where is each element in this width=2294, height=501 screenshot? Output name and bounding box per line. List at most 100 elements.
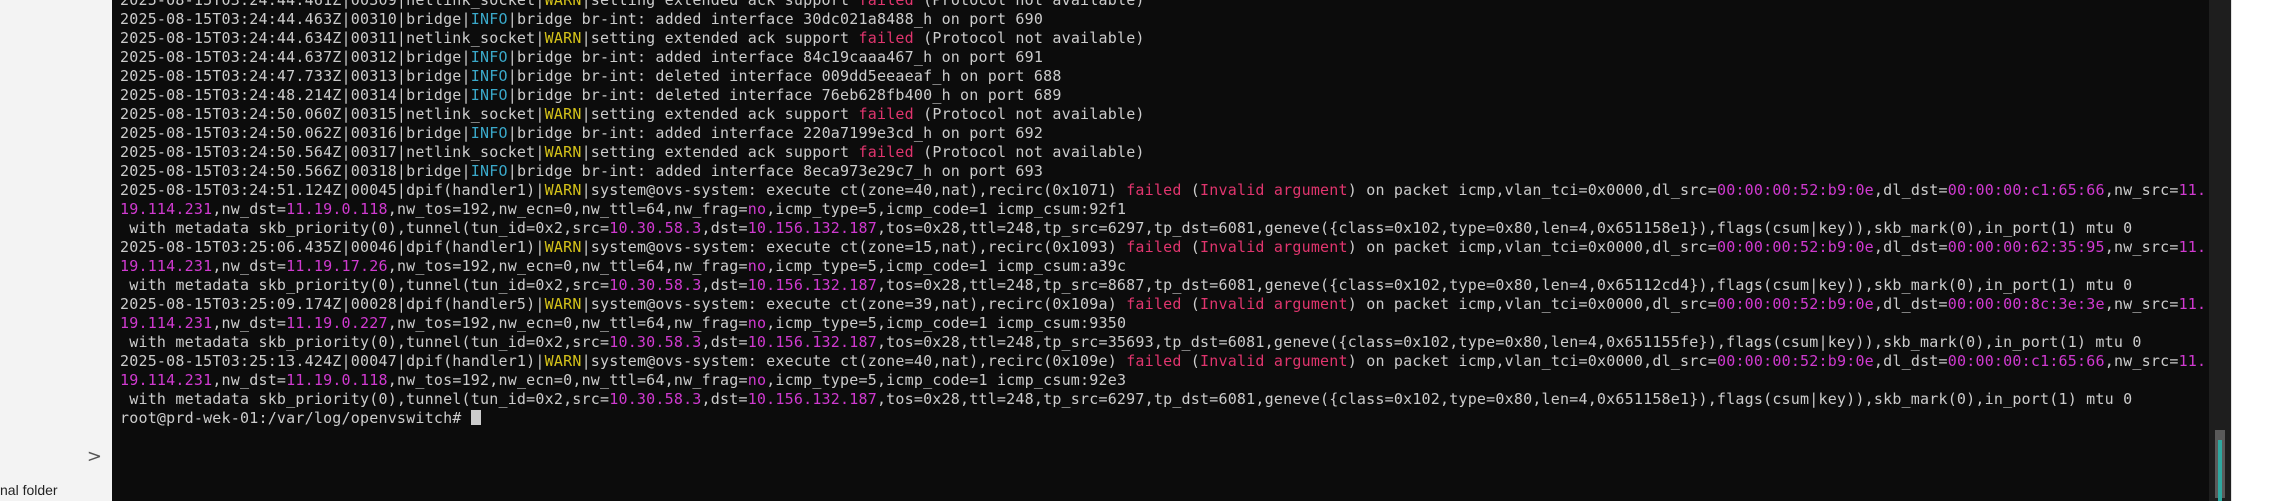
log-fail-text: failed [858,0,914,9]
log-text: ,nw_dst= [212,371,287,389]
log-fail-text: Invalid argument [1200,295,1348,313]
log-text: ,tos=0x28,ttl=248,tp_src=6297,tp_dst=608… [876,390,2133,408]
log-mac-text: 00:00:00:52:b9:0e [1716,181,1874,199]
log-ip-text: 10.156.132.187 [747,390,877,408]
log-text: ,nw_src= [2104,295,2179,313]
log-warn-text: WARN [544,29,582,47]
log-mac-text: 00:00:00:62:35:95 [1947,238,2105,256]
log-ip-text: 11.19.0.118 [286,200,388,218]
log-text: (Protocol not available) [913,0,1145,9]
log-warn-text: WARN [544,143,582,161]
log-mac-text: 00:00:00:8c:3e:3e [1947,295,2105,313]
log-text: |bridge br-int: added interface 220a7199… [507,124,1044,142]
terminal-line: with metadata skb_priority(0),tunnel(tun… [120,276,2209,295]
log-ip-text: 10.30.58.3 [609,219,702,237]
log-text: 2025-08-15T03:24:44.634Z|00311|netlink_s… [120,29,545,47]
log-warn-text: WARN [544,352,582,370]
log-text: (Protocol not available) [913,29,1145,47]
terminal-window[interactable]: 2025-08-15T03:24:44.461Z|00309|netlink_s… [112,0,2209,501]
log-mac-text: 00:00:00:52:b9:0e [1716,238,1874,256]
log-text: ,dl_dst= [1873,181,1948,199]
log-ip-text: 11.19.17.26 [286,257,388,275]
log-mac-text: 00:00:00:c1:65:66 [1947,352,2105,370]
log-text: ,icmp_type=5,icmp_code=1 icmp_csum:92f1 [766,200,1127,218]
log-text: 2025-08-15T03:24:50.060Z|00315|netlink_s… [120,105,545,123]
log-text: ,nw_dst= [212,257,287,275]
log-ip-text: no [747,257,767,275]
log-text: ) on packet icmp,vlan_tci=0x0000,dl_src= [1347,295,1717,313]
log-text: ( [1181,352,1201,370]
log-fail-text: failed [858,29,914,47]
log-text: 2025-08-15T03:24:44.461Z|00309|netlink_s… [120,0,545,9]
log-text: 2025-08-15T03:25:09.174Z|00028|dpif(hand… [120,295,545,313]
folder-label[interactable]: nal folder [0,482,58,498]
log-text: |system@ovs-system: execute ct(zone=15,n… [581,238,1127,256]
log-text: ( [1181,238,1201,256]
log-text: |bridge br-int: added interface 8eca973e… [507,162,1044,180]
terminal-scrollbar[interactable] [2209,0,2231,501]
log-text: |system@ovs-system: execute ct(zone=39,n… [581,295,1127,313]
log-text: 2025-08-15T03:24:50.564Z|00317|netlink_s… [120,143,545,161]
terminal-line: 2025-08-15T03:25:06.435Z|00046|dpif(hand… [120,238,2209,276]
log-text: (Protocol not available) [913,105,1145,123]
log-text: with metadata skb_priority(0),tunnel(tun… [120,390,610,408]
log-text: 2025-08-15T03:24:44.637Z|00312|bridge| [120,48,471,66]
log-text: |setting extended ack support [581,105,859,123]
log-fail-text: Invalid argument [1200,238,1348,256]
log-text: |system@ovs-system: execute ct(zone=40,n… [581,181,1127,199]
log-fail-text: failed [1126,295,1182,313]
terminal-line: 2025-08-15T03:24:50.062Z|00316|bridge|IN… [120,124,2209,143]
log-text: ,dl_dst= [1873,295,1948,313]
log-text: ,tos=0x28,ttl=248,tp_src=6297,tp_dst=608… [876,219,2133,237]
terminal-line: 2025-08-15T03:25:13.424Z|00047|dpif(hand… [120,352,2209,390]
log-text: ,nw_tos=192,nw_ecn=0,nw_ttl=64,nw_frag= [387,200,748,218]
log-text: 2025-08-15T03:24:51.124Z|00045|dpif(hand… [120,181,545,199]
chevron-right-icon[interactable]: > [87,446,102,467]
log-text: |bridge br-int: added interface 30dc021a… [507,10,1044,28]
log-text: 2025-08-15T03:24:50.566Z|00318|bridge| [120,162,471,180]
terminal-line: 2025-08-15T03:24:48.214Z|00314|bridge|IN… [120,86,2209,105]
log-text: 2025-08-15T03:25:13.424Z|00047|dpif(hand… [120,352,545,370]
log-warn-text: WARN [544,105,582,123]
log-text: |system@ovs-system: execute ct(zone=40,n… [581,352,1127,370]
log-ip-text: 10.30.58.3 [609,390,702,408]
log-text: ,nw_dst= [212,314,287,332]
terminal-line: with metadata skb_priority(0),tunnel(tun… [120,333,2209,352]
log-text: ,nw_tos=192,nw_ecn=0,nw_ttl=64,nw_frag= [387,371,748,389]
log-ip-text: 10.30.58.3 [609,333,702,351]
log-ip-text: 10.156.132.187 [747,219,877,237]
log-text: ,nw_src= [2104,238,2179,256]
log-text: ,nw_src= [2104,352,2179,370]
log-ip-text: 10.156.132.187 [747,333,877,351]
log-text: ,dst= [701,219,748,237]
log-text: with metadata skb_priority(0),tunnel(tun… [120,219,610,237]
log-text: 2025-08-15T03:24:50.062Z|00316|bridge| [120,124,471,142]
shell-prompt: root@prd-wek-01:/var/log/openvswitch# [120,409,471,427]
terminal-line: with metadata skb_priority(0),tunnel(tun… [120,219,2209,238]
log-info-text: INFO [470,67,508,85]
log-mac-text: 00:00:00:52:b9:0e [1716,295,1874,313]
text-cursor [470,410,481,425]
terminal-line: 2025-08-15T03:24:47.733Z|00313|bridge|IN… [120,67,2209,86]
log-text: ,dst= [701,276,748,294]
terminal-line: 2025-08-15T03:24:44.634Z|00311|netlink_s… [120,29,2209,48]
log-warn-text: WARN [544,295,582,313]
terminal-line: 2025-08-15T03:24:50.564Z|00317|netlink_s… [120,143,2209,162]
right-panel [2231,0,2294,501]
log-mac-text: 00:00:00:c1:65:66 [1947,181,2105,199]
log-text: ) on packet icmp,vlan_tci=0x0000,dl_src= [1347,238,1717,256]
log-text: ,nw_src= [2104,181,2179,199]
log-text: |bridge br-int: added interface 84c19caa… [507,48,1044,66]
log-text: 2025-08-15T03:24:48.214Z|00314|bridge| [120,86,471,104]
terminal-line: 2025-08-15T03:24:44.463Z|00310|bridge|IN… [120,10,2209,29]
terminal-line: 2025-08-15T03:24:51.124Z|00045|dpif(hand… [120,181,2209,219]
log-text: with metadata skb_priority(0),tunnel(tun… [120,333,610,351]
log-warn-text: WARN [544,0,582,9]
terminal-line: 2025-08-15T03:24:50.060Z|00315|netlink_s… [120,105,2209,124]
shell-prompt-line[interactable]: root@prd-wek-01:/var/log/openvswitch# [120,409,2209,428]
log-text: ,nw_tos=192,nw_ecn=0,nw_ttl=64,nw_frag= [387,314,748,332]
log-text: 2025-08-15T03:25:06.435Z|00046|dpif(hand… [120,238,545,256]
log-fail-text: failed [858,143,914,161]
log-ip-text: no [747,314,767,332]
log-text: |setting extended ack support [581,29,859,47]
